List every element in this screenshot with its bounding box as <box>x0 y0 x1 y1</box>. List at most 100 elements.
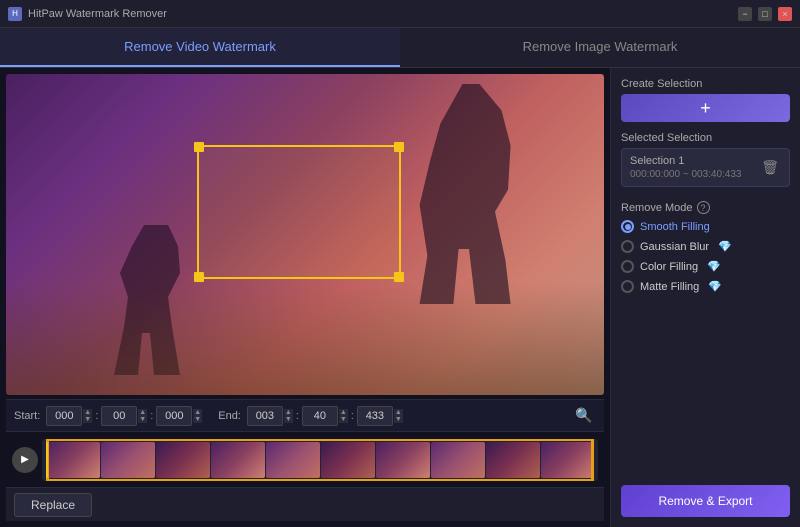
matte-filling-gem: 💎 <box>708 280 722 293</box>
timeline-strip <box>46 442 594 478</box>
tabbar: Remove Video Watermark Remove Image Wate… <box>0 28 800 68</box>
gaussian-blur-label: Gaussian Blur <box>640 241 709 253</box>
timeline-thumb-3 <box>156 442 210 478</box>
end-minutes-spin: ▲ ▼ <box>302 406 348 426</box>
timeline-playhead[interactable] <box>46 442 48 478</box>
app-title: HitPaw Watermark Remover <box>28 8 167 20</box>
timeline-thumb-6 <box>321 442 375 478</box>
titlebar-controls: − □ × <box>738 7 792 21</box>
handle-bl[interactable] <box>194 272 204 282</box>
handle-tl[interactable] <box>194 142 204 152</box>
timeline-thumb-10 <box>541 442 594 478</box>
timeline-bottom-border <box>46 479 594 481</box>
app-icon: H <box>8 7 22 21</box>
timeline-right-handle[interactable] <box>591 439 594 481</box>
start-seconds-down[interactable]: ▼ <box>193 416 202 423</box>
delete-icon: 🗑 <box>761 159 779 175</box>
remove-export-button[interactable]: Remove & Export <box>621 485 790 517</box>
timeline-area: ▶ <box>6 431 604 487</box>
smooth-filling-label: Smooth Filling <box>640 221 710 233</box>
time-controls: Start: ▲ ▼ : ▲ ▼ : <box>6 399 604 431</box>
end-hours-up[interactable]: ▲ <box>284 409 293 416</box>
start-minutes-up[interactable]: ▲ <box>138 409 147 416</box>
radio-smooth-filling[interactable] <box>621 220 634 233</box>
mode-gaussian-blur[interactable]: Gaussian Blur 💎 <box>621 240 790 253</box>
mode-color-filling[interactable]: Color Filling 💎 <box>621 260 790 273</box>
remove-mode-label: Remove Mode ? <box>621 201 790 214</box>
search-icon: 🔍 <box>575 407 592 424</box>
delete-selection-button[interactable]: 🗑 <box>759 157 781 178</box>
start-minutes-spin: ▲ ▼ <box>101 406 147 426</box>
color-filling-gem: 💎 <box>707 260 721 273</box>
end-seconds-down[interactable]: ▼ <box>394 416 403 423</box>
start-input-group: ▲ ▼ : ▲ ▼ : ▲ ▼ <box>46 406 202 426</box>
video-preview[interactable] <box>6 74 604 395</box>
selection-time: 000:00:000 ~ 003:40:433 <box>630 169 742 180</box>
timeline-thumb-4 <box>211 442 265 478</box>
mode-smooth-filling[interactable]: Smooth Filling <box>621 220 790 233</box>
selection-name: Selection 1 <box>630 155 742 167</box>
end-hours-down[interactable]: ▼ <box>284 416 293 423</box>
minimize-button[interactable]: − <box>738 7 752 21</box>
start-hours-spin: ▲ ▼ <box>46 406 92 426</box>
search-button[interactable]: 🔍 <box>572 404 596 428</box>
ground-gradient <box>6 283 604 395</box>
end-hours-input[interactable] <box>247 406 283 426</box>
create-selection-label: Create Selection <box>621 78 790 90</box>
end-seconds-input[interactable] <box>357 406 393 426</box>
tab-remove-image[interactable]: Remove Image Watermark <box>400 28 800 67</box>
start-hours-input[interactable] <box>46 406 82 426</box>
tab-remove-video[interactable]: Remove Video Watermark <box>0 28 400 67</box>
replace-button[interactable]: Replace <box>14 493 92 517</box>
titlebar: H HitPaw Watermark Remover − □ × <box>0 0 800 28</box>
start-label: Start: <box>14 410 40 422</box>
end-hours-spin: ▲ ▼ <box>247 406 293 426</box>
timeline-top-border <box>46 439 594 441</box>
start-hours-up[interactable]: ▲ <box>83 409 92 416</box>
mode-matte-filling[interactable]: Matte Filling 💎 <box>621 280 790 293</box>
start-minutes-input[interactable] <box>101 406 137 426</box>
timeline-track[interactable] <box>42 439 598 481</box>
timeline-thumb-9 <box>486 442 540 478</box>
start-seconds-input[interactable] <box>156 406 192 426</box>
timeline-thumb-8 <box>431 442 485 478</box>
matte-filling-label: Matte Filling <box>640 281 699 293</box>
video-background <box>6 74 604 395</box>
handle-tr[interactable] <box>394 142 404 152</box>
create-selection-section: Create Selection + <box>621 78 790 122</box>
video-area: Start: ▲ ▼ : ▲ ▼ : <box>0 68 610 527</box>
end-minutes-up[interactable]: ▲ <box>339 409 348 416</box>
selection-rect[interactable] <box>197 145 400 280</box>
start-hours-down[interactable]: ▼ <box>83 416 92 423</box>
info-icon[interactable]: ? <box>697 201 710 214</box>
close-button[interactable]: × <box>778 7 792 21</box>
bottom-bar: Replace <box>6 487 604 521</box>
end-minutes-input[interactable] <box>302 406 338 426</box>
colon-1: : <box>95 410 98 422</box>
colon-2: : <box>150 410 153 422</box>
play-icon: ▶ <box>21 454 29 465</box>
radio-matte-filling[interactable] <box>621 280 634 293</box>
start-seconds-up[interactable]: ▲ <box>193 409 202 416</box>
radio-gaussian-blur[interactable] <box>621 240 634 253</box>
play-button[interactable]: ▶ <box>12 447 38 473</box>
add-selection-button[interactable]: + <box>621 94 790 122</box>
titlebar-left: H HitPaw Watermark Remover <box>8 7 167 21</box>
timeline-thumb-2 <box>101 442 155 478</box>
start-minutes-down[interactable]: ▼ <box>138 416 147 423</box>
maximize-button[interactable]: □ <box>758 7 772 21</box>
selection-item-1: Selection 1 000:00:000 ~ 003:40:433 🗑 <box>621 148 790 187</box>
selection-item-text: Selection 1 000:00:000 ~ 003:40:433 <box>630 155 742 180</box>
end-input-group: ▲ ▼ : ▲ ▼ : ▲ ▼ <box>247 406 403 426</box>
colon-4: : <box>351 410 354 422</box>
end-minutes-down[interactable]: ▼ <box>339 416 348 423</box>
color-filling-label: Color Filling <box>640 261 698 273</box>
plus-icon: + <box>700 98 711 119</box>
end-label: End: <box>218 410 241 422</box>
selected-selection-section: Selected Selection Selection 1 000:00:00… <box>621 132 790 187</box>
figure-silhouette-right <box>404 84 534 304</box>
handle-br[interactable] <box>394 272 404 282</box>
end-seconds-spin: ▲ ▼ <box>357 406 403 426</box>
radio-color-filling[interactable] <box>621 260 634 273</box>
end-seconds-up[interactable]: ▲ <box>394 409 403 416</box>
